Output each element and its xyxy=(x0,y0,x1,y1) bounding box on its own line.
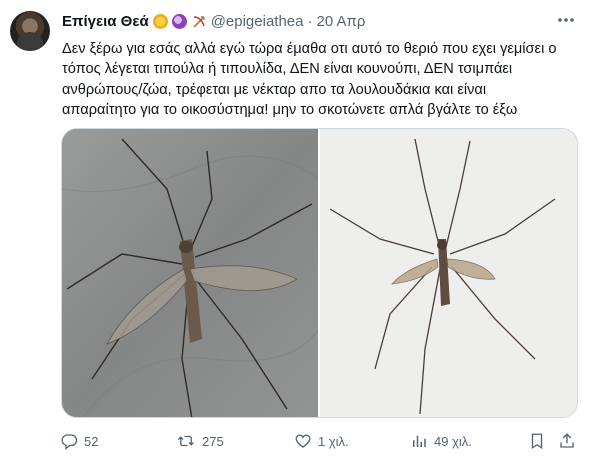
views-button[interactable]: 49 χιλ. xyxy=(410,430,472,452)
heart-icon xyxy=(295,434,311,448)
reply-button[interactable]: 52 xyxy=(60,430,98,452)
retweet-icon xyxy=(178,435,194,447)
tweet-text-line: ανθρώπους/ζώα, τρέφεται με νέκταρ απο τα… xyxy=(62,81,487,98)
avatar[interactable] xyxy=(10,11,50,51)
retweet-button[interactable]: 275 xyxy=(176,430,224,452)
retweet-count: 275 xyxy=(202,433,224,449)
reply-icon xyxy=(61,434,78,450)
sparkles-emoji-icon xyxy=(152,13,168,29)
bookmark-icon xyxy=(531,433,543,450)
tweet-date[interactable]: 20 Απρ xyxy=(317,13,366,30)
like-button[interactable]: 1 χιλ. xyxy=(294,430,349,452)
crystal-ball-emoji-icon xyxy=(171,13,187,29)
tweet-text-line: απαραίτητο για το οικοσύστημα! μην το σκ… xyxy=(62,101,518,118)
tweet-text-line: Δεν ξέρω για εσάς αλλά εγώ τώρα έμαθα οτ… xyxy=(62,41,557,57)
tweet-actions: 52 275 1 χιλ. 49 χιλ. xyxy=(58,430,578,452)
tweet-text: Δεν ξέρω για εσάς αλλά εγώ τώρα έμαθα οτ… xyxy=(62,39,577,120)
views-chart-icon xyxy=(413,435,426,447)
author-name[interactable]: Επίγεια Θεά xyxy=(62,13,149,30)
crane-fly-photo-wall[interactable] xyxy=(320,129,577,417)
bow-and-arrow-emoji-icon xyxy=(191,14,207,29)
reply-count: 52 xyxy=(84,433,99,449)
tweet-text-line: τόπος λέγεται τιπούλα ή τιπουλίδα, ΔΕΝ ε… xyxy=(62,61,513,78)
like-count: 1 χιλ. xyxy=(318,433,349,449)
views-count: 49 χιλ. xyxy=(434,433,472,449)
author-handle[interactable]: @epigeiathea xyxy=(211,13,304,30)
header-separator: · xyxy=(307,12,313,30)
crane-fly-photo-stone[interactable] xyxy=(62,129,318,417)
more-dots-icon[interactable] xyxy=(556,12,576,28)
tweet-media xyxy=(61,128,578,418)
share-button[interactable] xyxy=(558,430,582,452)
bookmark-button[interactable] xyxy=(528,430,552,452)
share-icon xyxy=(560,433,574,448)
tweet-header: Επίγεια Θεά @epigeiathea · 20 Απρ xyxy=(62,11,530,31)
